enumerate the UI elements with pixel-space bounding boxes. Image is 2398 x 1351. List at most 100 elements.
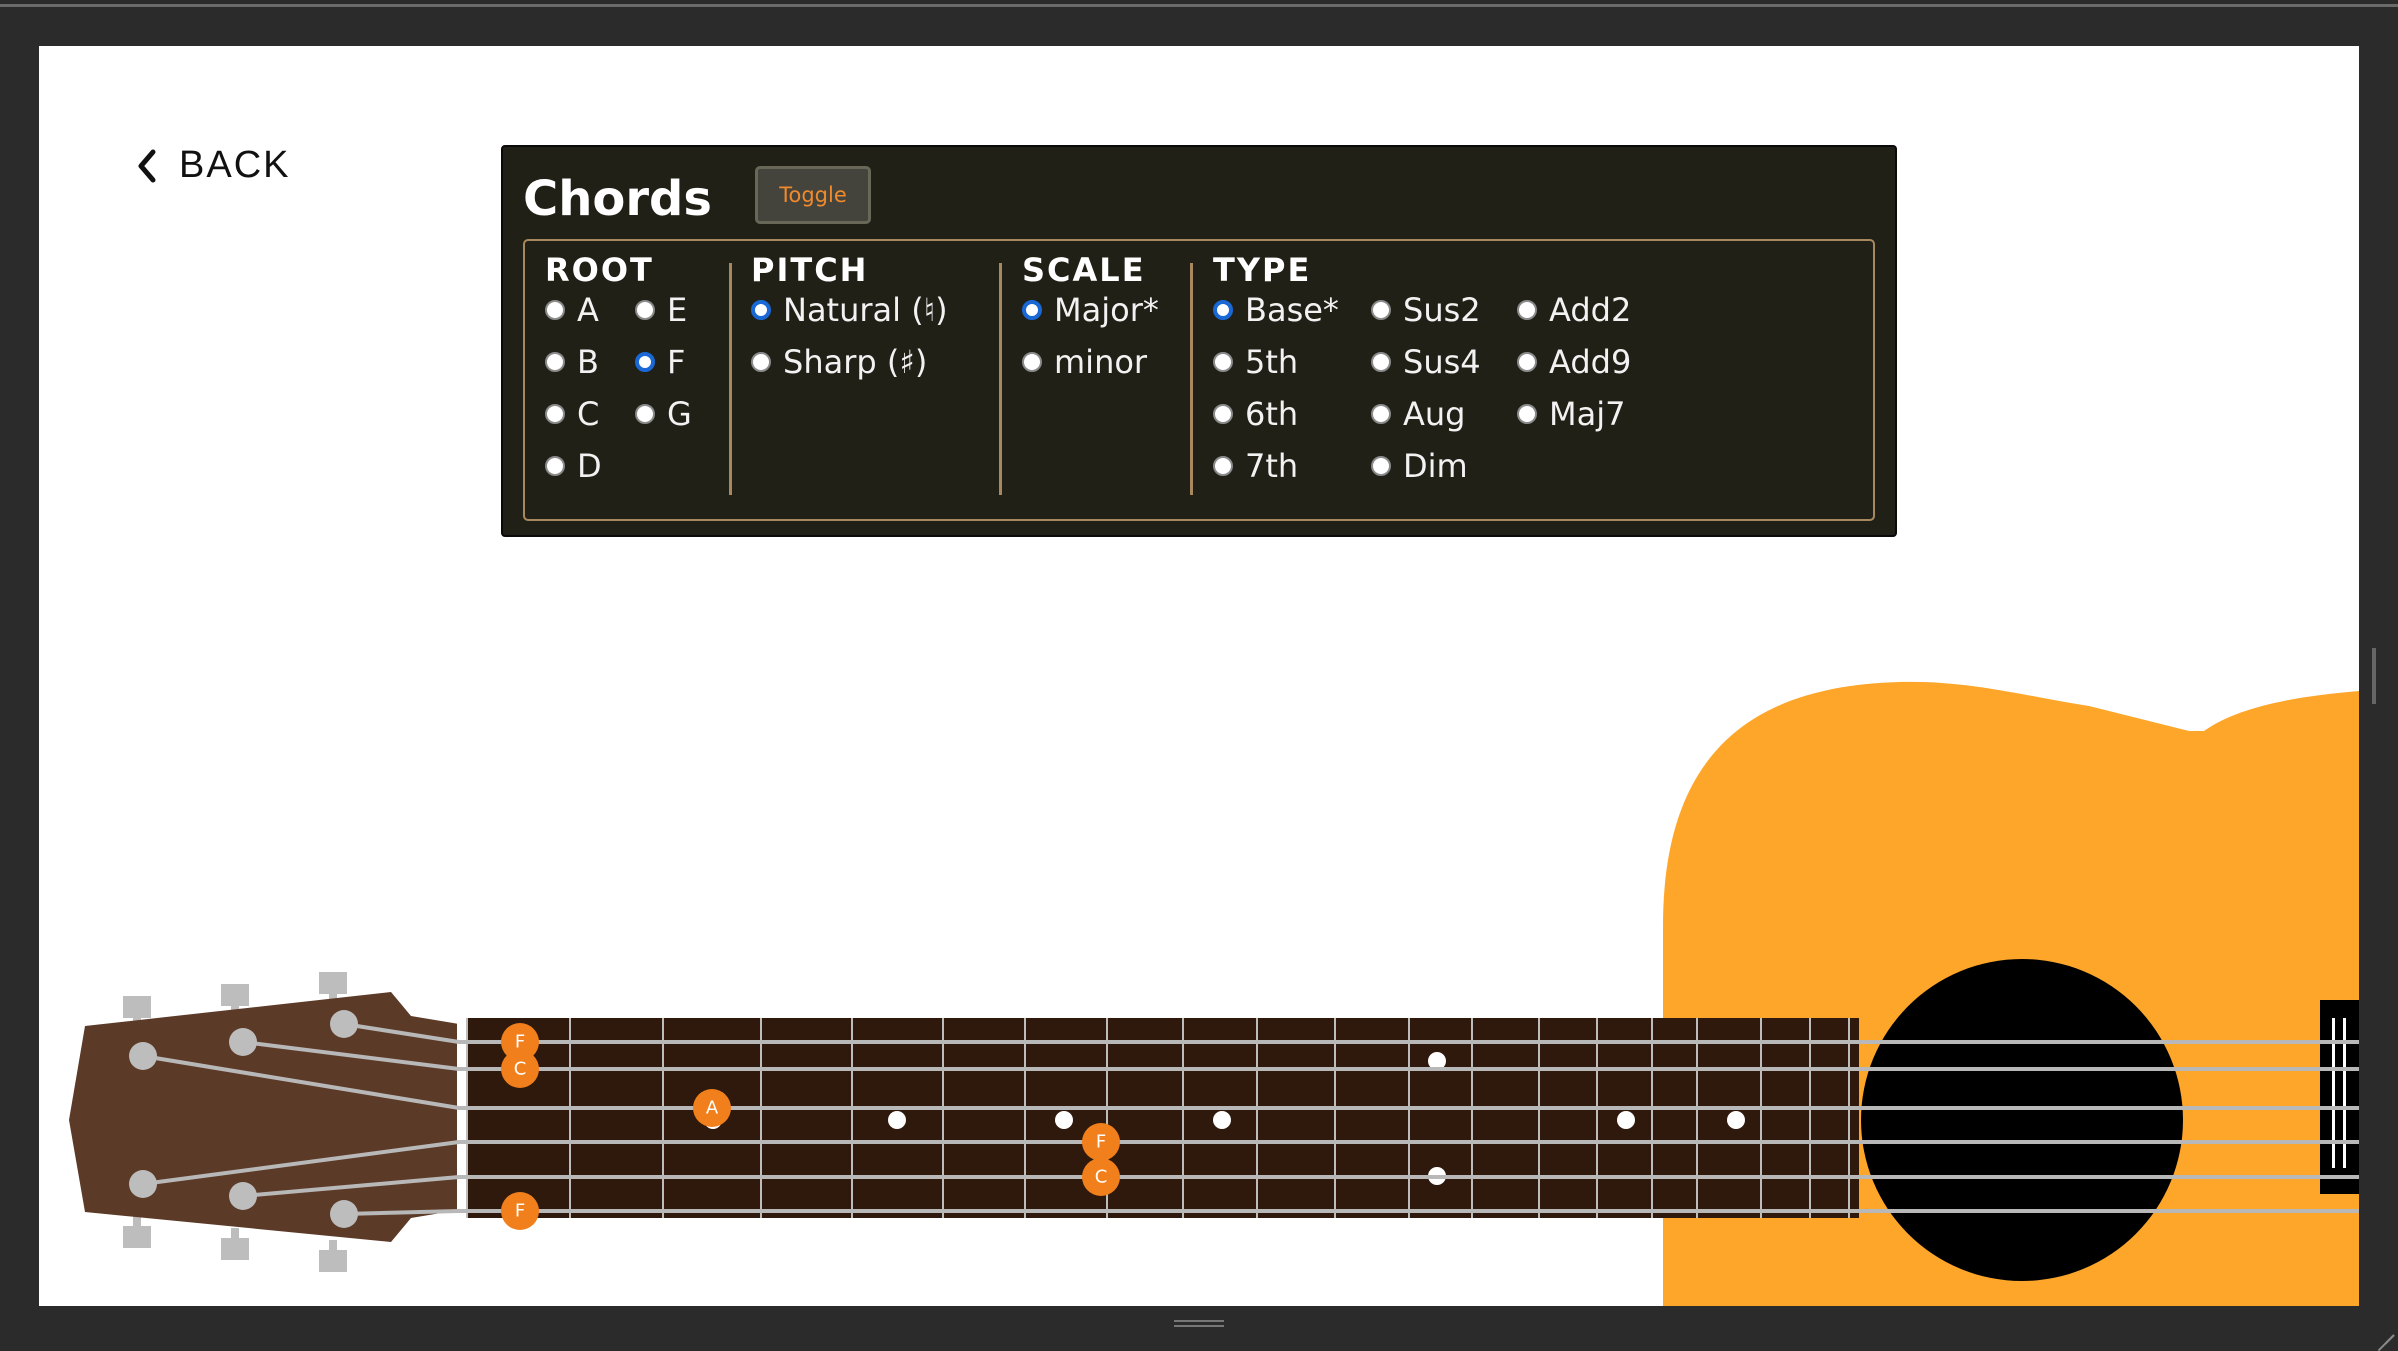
radio-button[interactable] <box>751 300 771 320</box>
chevron-left-icon <box>138 149 156 182</box>
radio-button[interactable] <box>1371 456 1391 476</box>
inlay-dot <box>1213 1111 1231 1129</box>
radio-button[interactable] <box>635 352 655 372</box>
option-label: G <box>667 395 692 433</box>
pitch-option[interactable]: Sharp (♯) <box>751 343 927 381</box>
window-top-edge <box>0 4 2398 7</box>
option-label: Sharp (♯) <box>783 343 928 381</box>
option-label: D <box>577 447 602 485</box>
note-marker: F <box>1082 1123 1120 1161</box>
radio-button[interactable] <box>1213 456 1233 476</box>
back-button[interactable]: BACK <box>137 144 290 187</box>
type-option[interactable]: Dim <box>1371 447 1468 485</box>
radio-button[interactable] <box>635 300 655 320</box>
option-label: Add2 <box>1549 291 1632 329</box>
divider <box>1190 263 1193 495</box>
note-label: F <box>515 1032 525 1053</box>
option-label: Dim <box>1403 447 1468 485</box>
headstock <box>69 992 459 1242</box>
root-option[interactable]: E <box>635 291 687 329</box>
toggle-button[interactable]: Toggle <box>755 166 871 224</box>
option-label: Major* <box>1054 291 1159 329</box>
scale-heading: SCALE <box>1022 251 1146 289</box>
app-canvas: FCAFCF BACK Chords Toggle ROOT PITCH SCA… <box>39 46 2359 1306</box>
root-option[interactable]: C <box>545 395 599 433</box>
radio-button[interactable] <box>751 352 771 372</box>
radio-button[interactable] <box>1213 404 1233 424</box>
option-label: 6th <box>1245 395 1299 433</box>
option-label: E <box>667 291 688 329</box>
type-option[interactable]: Aug <box>1371 395 1465 433</box>
radio-button[interactable] <box>1371 404 1391 424</box>
radio-button[interactable] <box>545 352 565 372</box>
option-label: A <box>577 291 599 329</box>
type-heading: TYPE <box>1213 251 1312 289</box>
note-label: C <box>514 1059 527 1080</box>
type-option[interactable]: 6th <box>1213 395 1298 433</box>
type-option[interactable]: 5th <box>1213 343 1298 381</box>
divider <box>729 263 732 495</box>
option-label: Natural (♮) <box>783 291 948 329</box>
scale-option[interactable]: minor <box>1022 343 1147 381</box>
chord-options: ROOT PITCH SCALE TYPE A E B F C G D Natural (♮)… <box>523 239 1875 521</box>
divider <box>999 263 1002 495</box>
radio-button[interactable] <box>1517 352 1537 372</box>
note-marker: F <box>501 1192 539 1230</box>
option-label: 7th <box>1245 447 1299 485</box>
bridge <box>2320 1000 2359 1194</box>
inlay-dot <box>888 1111 906 1129</box>
note-label: F <box>515 1201 525 1222</box>
type-option[interactable]: Base* <box>1213 291 1339 329</box>
type-option[interactable]: Sus2 <box>1371 291 1481 329</box>
inlay-dot <box>1617 1111 1635 1129</box>
type-option[interactable]: Add9 <box>1517 343 1631 381</box>
note-marker: C <box>501 1050 539 1088</box>
root-heading: ROOT <box>545 251 654 289</box>
option-label: B <box>577 343 599 381</box>
option-label: Sus2 <box>1403 291 1481 329</box>
radio-button[interactable] <box>1022 352 1042 372</box>
option-label: minor <box>1054 343 1148 381</box>
corner-resize-icon[interactable] <box>2374 1318 2395 1351</box>
type-option[interactable]: Sus4 <box>1371 343 1481 381</box>
radio-button[interactable] <box>545 404 565 424</box>
option-label: Maj7 <box>1549 395 1626 433</box>
root-option[interactable]: D <box>545 447 602 485</box>
note-marker: A <box>693 1089 731 1127</box>
radio-button[interactable] <box>1517 404 1537 424</box>
option-label: Aug <box>1403 395 1466 433</box>
radio-button[interactable] <box>1517 300 1537 320</box>
radio-button[interactable] <box>1022 300 1042 320</box>
type-option[interactable]: Add2 <box>1517 291 1631 329</box>
type-option[interactable]: 7th <box>1213 447 1298 485</box>
radio-button[interactable] <box>545 456 565 476</box>
root-option[interactable]: B <box>545 343 599 381</box>
note-marker: C <box>1082 1158 1120 1196</box>
fretboard <box>467 1018 1859 1218</box>
root-option[interactable]: G <box>635 395 692 433</box>
radio-button[interactable] <box>635 404 655 424</box>
back-label: BACK <box>179 144 291 186</box>
inlay-dot <box>1055 1111 1073 1129</box>
option-label: Base* <box>1245 291 1339 329</box>
radio-button[interactable] <box>1213 352 1233 372</box>
note-label: A <box>706 1098 719 1119</box>
type-option[interactable]: Maj7 <box>1517 395 1625 433</box>
radio-button[interactable] <box>1371 352 1391 372</box>
option-label: F <box>667 343 686 381</box>
root-option[interactable]: A <box>545 291 599 329</box>
side-grip[interactable] <box>2372 648 2376 704</box>
pitch-option[interactable]: Natural (♮) <box>751 291 948 329</box>
panel-title: Chords <box>523 171 712 227</box>
resize-grip[interactable] <box>1174 1317 1224 1329</box>
option-label: C <box>577 395 600 433</box>
pitch-heading: PITCH <box>751 251 869 289</box>
root-option[interactable]: F <box>635 343 685 381</box>
radio-button[interactable] <box>1213 300 1233 320</box>
option-label: Add9 <box>1549 343 1632 381</box>
inlay-dot <box>1727 1111 1745 1129</box>
radio-button[interactable] <box>545 300 565 320</box>
radio-button[interactable] <box>1371 300 1391 320</box>
scale-option[interactable]: Major* <box>1022 291 1159 329</box>
note-label: C <box>1095 1167 1108 1188</box>
